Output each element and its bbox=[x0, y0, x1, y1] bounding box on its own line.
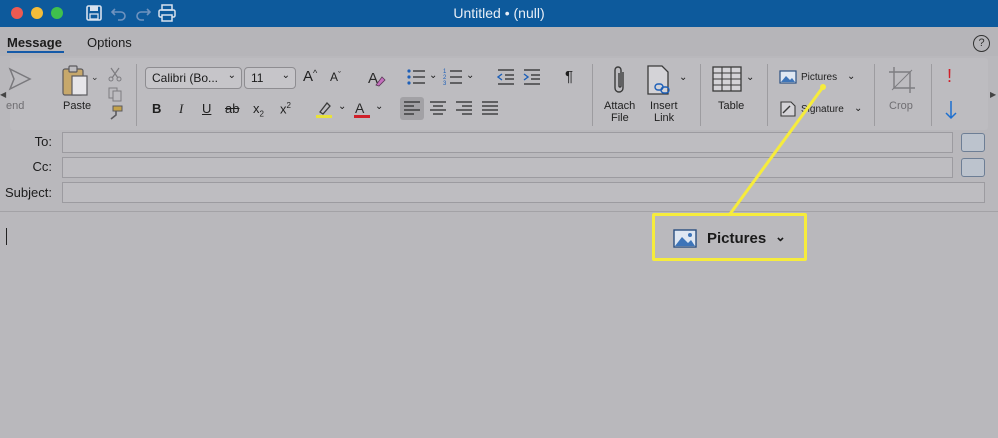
to-field[interactable] bbox=[62, 132, 953, 153]
superscript-button[interactable]: x2 bbox=[280, 101, 291, 116]
cut-icon[interactable] bbox=[107, 66, 123, 82]
table-icon[interactable] bbox=[712, 66, 742, 92]
window-title: Untitled • (null) bbox=[453, 5, 545, 21]
format-painter-icon[interactable] bbox=[107, 105, 123, 121]
subject-field[interactable] bbox=[62, 182, 985, 203]
show-formatting-button[interactable]: ¶ bbox=[565, 68, 573, 85]
ribbon-separator bbox=[136, 64, 137, 126]
highlight-color-icon[interactable] bbox=[314, 99, 334, 119]
to-address-book-icon[interactable] bbox=[961, 133, 985, 152]
subscript-marker-icon: 2 bbox=[259, 109, 264, 119]
grow-font-button[interactable]: A^ bbox=[303, 68, 317, 85]
pictures-callout: Pictures ⌄ bbox=[652, 213, 807, 261]
font-name-dropdown[interactable]: Calibri (Bo... ⌄ bbox=[145, 67, 242, 89]
italic-button[interactable]: I bbox=[179, 101, 183, 117]
pictures-icon[interactable] bbox=[779, 70, 797, 84]
paste-icon[interactable] bbox=[60, 64, 90, 98]
cc-address-book-icon[interactable] bbox=[961, 158, 985, 177]
low-importance-icon[interactable] bbox=[944, 100, 958, 120]
font-name-value: Calibri (Bo... bbox=[152, 71, 219, 85]
tab-message[interactable]: Message bbox=[7, 35, 62, 50]
font-size-value: 11 bbox=[251, 71, 264, 85]
chevron-down-icon: ⌄ bbox=[227, 70, 236, 81]
paste-button-label[interactable]: Paste bbox=[63, 100, 91, 112]
svg-text:3: 3 bbox=[443, 81, 447, 86]
font-color-chevron-icon[interactable]: ⌄ bbox=[375, 101, 383, 112]
attach-file-label-line-2[interactable]: File bbox=[611, 112, 629, 124]
ribbon-separator bbox=[700, 64, 701, 126]
crop-icon bbox=[889, 67, 915, 93]
table-button-label[interactable]: Table bbox=[718, 100, 744, 112]
insert-link-label-line-1[interactable]: Insert bbox=[650, 100, 678, 112]
ribbon-tabs bbox=[0, 27, 998, 56]
send-button-label[interactable]: end bbox=[6, 100, 24, 112]
ribbon-separator bbox=[931, 64, 932, 126]
text-cursor bbox=[6, 228, 7, 245]
bold-button[interactable]: B bbox=[152, 101, 161, 116]
numbering-icon[interactable]: 1 2 3 bbox=[443, 68, 463, 86]
font-size-dropdown[interactable]: 11 ⌄ bbox=[244, 67, 296, 89]
insert-link-label-line-2[interactable]: Link bbox=[654, 112, 674, 124]
chevron-down-icon: ⌄ bbox=[281, 70, 290, 81]
send-icon[interactable] bbox=[8, 66, 32, 92]
attach-file-label-line-1[interactable]: Attach bbox=[604, 100, 635, 112]
numbering-chevron-icon[interactable]: ⌄ bbox=[466, 70, 474, 81]
active-tab-indicator bbox=[7, 51, 64, 53]
highlight-chevron-icon[interactable]: ⌄ bbox=[338, 101, 346, 112]
pictures-button-label[interactable]: Pictures bbox=[801, 72, 837, 84]
grow-font-label: A bbox=[303, 68, 314, 85]
increase-indent-icon[interactable] bbox=[522, 68, 542, 86]
table-chevron-icon[interactable]: ⌄ bbox=[746, 72, 754, 83]
subject-label: Subject: bbox=[5, 185, 52, 200]
align-left-icon bbox=[404, 101, 420, 115]
svg-text:A: A bbox=[355, 100, 365, 116]
high-importance-icon[interactable]: ! bbox=[947, 66, 952, 87]
font-color-icon[interactable]: A bbox=[352, 99, 372, 119]
bullets-icon[interactable] bbox=[406, 68, 426, 86]
signature-chevron-icon[interactable]: ⌄ bbox=[854, 103, 862, 114]
copy-icon[interactable] bbox=[107, 86, 123, 102]
ribbon-separator bbox=[767, 64, 768, 126]
signature-button-label[interactable]: Signature bbox=[801, 104, 844, 116]
cc-field[interactable] bbox=[62, 157, 953, 178]
align-center-icon[interactable] bbox=[430, 101, 446, 116]
shrink-font-arrow-icon: ˇ bbox=[338, 70, 342, 80]
ribbon-scroll-left-icon[interactable]: ◀ bbox=[0, 90, 6, 99]
paperclip-icon[interactable] bbox=[610, 64, 630, 98]
callout-label: Pictures bbox=[707, 230, 767, 247]
ribbon-scroll-right-icon[interactable]: ▶ bbox=[990, 90, 996, 99]
insert-link-icon[interactable] bbox=[646, 64, 676, 98]
shrink-font-label: A bbox=[330, 70, 339, 84]
grow-font-arrow-icon: ^ bbox=[313, 68, 318, 78]
cc-label: Cc: bbox=[32, 159, 53, 174]
clear-formatting-icon[interactable]: A bbox=[366, 68, 386, 88]
strikethrough-button[interactable]: ab bbox=[225, 101, 239, 116]
callout-chevron-icon: ⌄ bbox=[775, 229, 786, 244]
align-right-icon[interactable] bbox=[456, 101, 472, 116]
shrink-font-button[interactable]: Aˇ bbox=[330, 70, 341, 84]
signature-icon[interactable] bbox=[779, 100, 797, 118]
help-button[interactable]: ? bbox=[973, 35, 990, 52]
decrease-indent-icon[interactable] bbox=[496, 68, 516, 86]
title-bar: Untitled • (null) bbox=[0, 0, 998, 27]
underline-button[interactable]: U bbox=[202, 101, 211, 116]
paste-options-chevron-icon[interactable]: ⌄ bbox=[91, 72, 99, 83]
ribbon-separator bbox=[874, 64, 875, 126]
tab-options[interactable]: Options bbox=[87, 35, 132, 50]
justify-icon[interactable] bbox=[482, 101, 498, 116]
bullets-chevron-icon[interactable]: ⌄ bbox=[429, 70, 437, 81]
message-body[interactable] bbox=[0, 212, 998, 438]
pictures-icon bbox=[673, 229, 697, 248]
insert-link-chevron-icon[interactable]: ⌄ bbox=[679, 72, 687, 83]
subscript-button[interactable]: x2 bbox=[253, 101, 264, 119]
pictures-chevron-icon[interactable]: ⌄ bbox=[847, 71, 855, 82]
crop-button-label: Crop bbox=[889, 100, 913, 112]
superscript-marker-icon: 2 bbox=[286, 101, 291, 110]
ribbon-separator bbox=[592, 64, 593, 126]
to-label: To: bbox=[34, 134, 52, 149]
